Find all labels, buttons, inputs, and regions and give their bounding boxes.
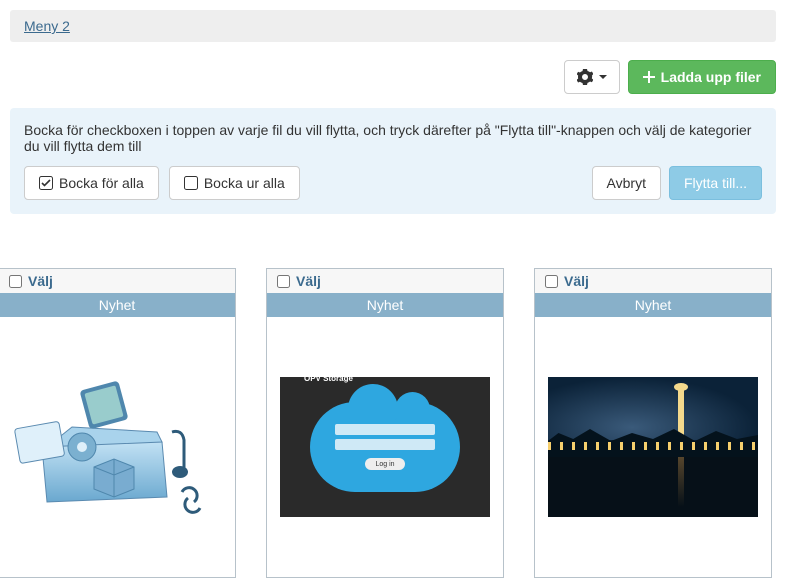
- upload-button-label: Ladda upp filer: [661, 69, 761, 85]
- card-tag: Nyhet: [535, 293, 771, 317]
- card-body: [535, 317, 771, 577]
- empty-checkbox-icon: [184, 176, 198, 190]
- gear-icon: [577, 69, 593, 85]
- settings-button[interactable]: [564, 60, 620, 94]
- card-body: [0, 317, 235, 577]
- menu-bar: Meny 2: [10, 10, 776, 42]
- info-box: Bocka för checkboxen i toppen av varje f…: [10, 108, 776, 214]
- select-label[interactable]: Välj: [564, 273, 589, 289]
- cloud-login-button: Log in: [365, 458, 405, 470]
- cancel-label: Avbryt: [607, 175, 646, 191]
- thumbnail-login-cloud: OPV Storage Log in: [280, 377, 490, 517]
- cloud-icon: OPV Storage Log in: [310, 402, 460, 492]
- check-all-button[interactable]: Bocka för alla: [24, 166, 159, 200]
- card-body: OPV Storage Log in: [267, 317, 503, 577]
- uncheck-all-label: Bocka ur alla: [204, 175, 285, 191]
- select-checkbox[interactable]: [277, 275, 290, 288]
- card-header: Välj: [267, 269, 503, 293]
- thumbnail-night-city: [548, 377, 758, 517]
- card-tag: Nyhet: [267, 293, 503, 317]
- file-card: Välj Nyhet OPV Storage Log in: [266, 268, 504, 578]
- move-to-label: Flytta till...: [684, 175, 747, 191]
- thumbnail-media-folder: [12, 377, 222, 517]
- select-checkbox[interactable]: [545, 275, 558, 288]
- card-tag: Nyhet: [0, 293, 235, 317]
- plus-icon: [643, 71, 655, 83]
- upload-button[interactable]: Ladda upp filer: [628, 60, 776, 94]
- check-icon: [39, 176, 53, 190]
- menu-link[interactable]: Meny 2: [24, 18, 70, 34]
- cancel-button[interactable]: Avbryt: [592, 166, 661, 200]
- caret-down-icon: [599, 73, 607, 81]
- cloud-username-field: [335, 424, 435, 435]
- card-row: Välj Nyhet: [0, 228, 786, 578]
- cloud-password-field: [335, 439, 435, 450]
- move-to-button[interactable]: Flytta till...: [669, 166, 762, 200]
- toolbar: Ladda upp filer: [0, 52, 786, 108]
- info-actions: Bocka för alla Bocka ur alla Avbryt Flyt…: [24, 166, 762, 200]
- info-text: Bocka för checkboxen i toppen av varje f…: [24, 122, 762, 154]
- card-header: Välj: [535, 269, 771, 293]
- check-all-label: Bocka för alla: [59, 175, 144, 191]
- select-checkbox[interactable]: [9, 275, 22, 288]
- select-label[interactable]: Välj: [296, 273, 321, 289]
- select-label[interactable]: Välj: [28, 273, 53, 289]
- uncheck-all-button[interactable]: Bocka ur alla: [169, 166, 300, 200]
- card-header: Välj: [0, 269, 235, 293]
- file-card: Välj Nyhet: [0, 268, 236, 578]
- file-card: Välj Nyhet: [534, 268, 772, 578]
- cloud-brand: OPV Storage: [304, 374, 353, 383]
